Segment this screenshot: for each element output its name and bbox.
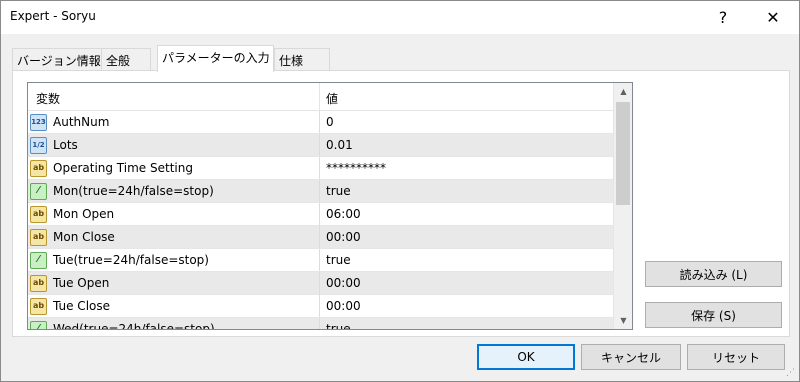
string-icon: ab	[30, 205, 47, 223]
tab-specification[interactable]: 仕様	[274, 48, 330, 71]
value-cell[interactable]: 00:00	[320, 272, 613, 294]
variable-name: Tue(true=24h/false=stop)	[53, 253, 209, 267]
parameter-table: 変数 値 123 AuthNum 0 1/2 Lots 0.01 ab Operating T…	[27, 82, 633, 330]
bool-icon: ⁄	[30, 182, 47, 200]
table-row[interactable]: ⁄ Mon(true=24h/false=stop) true	[28, 180, 613, 203]
table-row[interactable]: ab Tue Open 00:00	[28, 272, 613, 295]
value-cell[interactable]: 0	[320, 111, 613, 133]
load-button[interactable]: 読み込み (L)	[645, 261, 782, 287]
variable-cell: ab Tue Open	[28, 272, 320, 294]
table-row[interactable]: ab Mon Open 06:00	[28, 203, 613, 226]
double-icon: 1/2	[30, 136, 47, 154]
table-row[interactable]: 123 AuthNum 0	[28, 111, 613, 134]
table-header: 変数 値	[28, 83, 613, 111]
variable-cell: 123 AuthNum	[28, 111, 320, 133]
variable-cell: ab Mon Close	[28, 226, 320, 248]
string-icon: ab	[30, 274, 47, 292]
value-cell[interactable]: true	[320, 249, 613, 271]
value-cell[interactable]: true	[320, 318, 613, 329]
scroll-down-icon[interactable]: ▼	[614, 312, 632, 329]
table-row[interactable]: ab Tue Close 00:00	[28, 295, 613, 318]
variable-name: Operating Time Setting	[53, 161, 193, 175]
variable-name: AuthNum	[53, 115, 110, 129]
tab-input-parameters[interactable]: パラメーターの入力	[157, 45, 274, 72]
integer-icon: 123	[30, 113, 47, 131]
save-button[interactable]: 保存 (S)	[645, 302, 782, 328]
scrollbar-thumb[interactable]	[616, 102, 630, 205]
resize-grip-icon[interactable]: ⋰	[786, 368, 798, 380]
reset-button[interactable]: リセット	[687, 344, 785, 370]
variable-name: Tue Close	[53, 299, 110, 313]
variable-cell: ab Tue Close	[28, 295, 320, 317]
string-icon: ab	[30, 297, 47, 315]
vertical-scrollbar[interactable]: ▲ ▼	[613, 83, 632, 329]
expert-dialog: Expert - Soryu ? ✕ バージョン情報 全般 パラメーターの入力 …	[0, 0, 800, 382]
value-cell[interactable]: 0.01	[320, 134, 613, 156]
scroll-up-icon[interactable]: ▲	[614, 83, 632, 100]
tab-panel: 変数 値 123 AuthNum 0 1/2 Lots 0.01 ab Operating T…	[12, 70, 790, 337]
window-title: Expert - Soryu	[10, 9, 96, 23]
bool-icon: ⁄	[30, 320, 47, 329]
tab-version-info[interactable]: バージョン情報	[12, 48, 102, 71]
value-cell[interactable]: 06:00	[320, 203, 613, 225]
variable-cell: ab Mon Open	[28, 203, 320, 225]
variable-name: Mon Open	[53, 207, 115, 221]
variable-name: Wed(true=24h/false=stop)	[53, 322, 215, 330]
table-row[interactable]: ab Operating Time Setting **********	[28, 157, 613, 180]
variable-cell: ⁄ Mon(true=24h/false=stop)	[28, 180, 320, 202]
column-header-value[interactable]: 値	[320, 83, 613, 111]
column-header-variable[interactable]: 変数	[28, 83, 320, 111]
variable-cell: 1/2 Lots	[28, 134, 320, 156]
value-cell[interactable]: 00:00	[320, 226, 613, 248]
variable-name: Mon(true=24h/false=stop)	[53, 184, 214, 198]
variable-cell: ⁄ Tue(true=24h/false=stop)	[28, 249, 320, 271]
value-cell[interactable]: **********	[320, 157, 613, 179]
title-bar: Expert - Soryu ? ✕	[1, 1, 799, 34]
string-icon: ab	[30, 159, 47, 177]
variable-cell: ab Operating Time Setting	[28, 157, 320, 179]
variable-name: Mon Close	[53, 230, 115, 244]
table-row[interactable]: ab Mon Close 00:00	[28, 226, 613, 249]
value-cell[interactable]: true	[320, 180, 613, 202]
bool-icon: ⁄	[30, 251, 47, 269]
table-row[interactable]: ⁄ Wed(true=24h/false=stop) true	[28, 318, 613, 330]
table-row[interactable]: 1/2 Lots 0.01	[28, 134, 613, 157]
help-button[interactable]: ?	[701, 1, 745, 34]
ok-button[interactable]: OK	[477, 344, 575, 370]
variable-name: Tue Open	[53, 276, 110, 290]
table-body: 123 AuthNum 0 1/2 Lots 0.01 ab Operating Time S…	[28, 111, 613, 330]
string-icon: ab	[30, 228, 47, 246]
tab-general[interactable]: 全般	[101, 48, 151, 71]
cancel-button[interactable]: キャンセル	[581, 344, 681, 370]
value-cell[interactable]: 00:00	[320, 295, 613, 317]
variable-name: Lots	[53, 138, 78, 152]
table-row[interactable]: ⁄ Tue(true=24h/false=stop) true	[28, 249, 613, 272]
variable-cell: ⁄ Wed(true=24h/false=stop)	[28, 318, 320, 330]
close-button[interactable]: ✕	[751, 1, 795, 34]
